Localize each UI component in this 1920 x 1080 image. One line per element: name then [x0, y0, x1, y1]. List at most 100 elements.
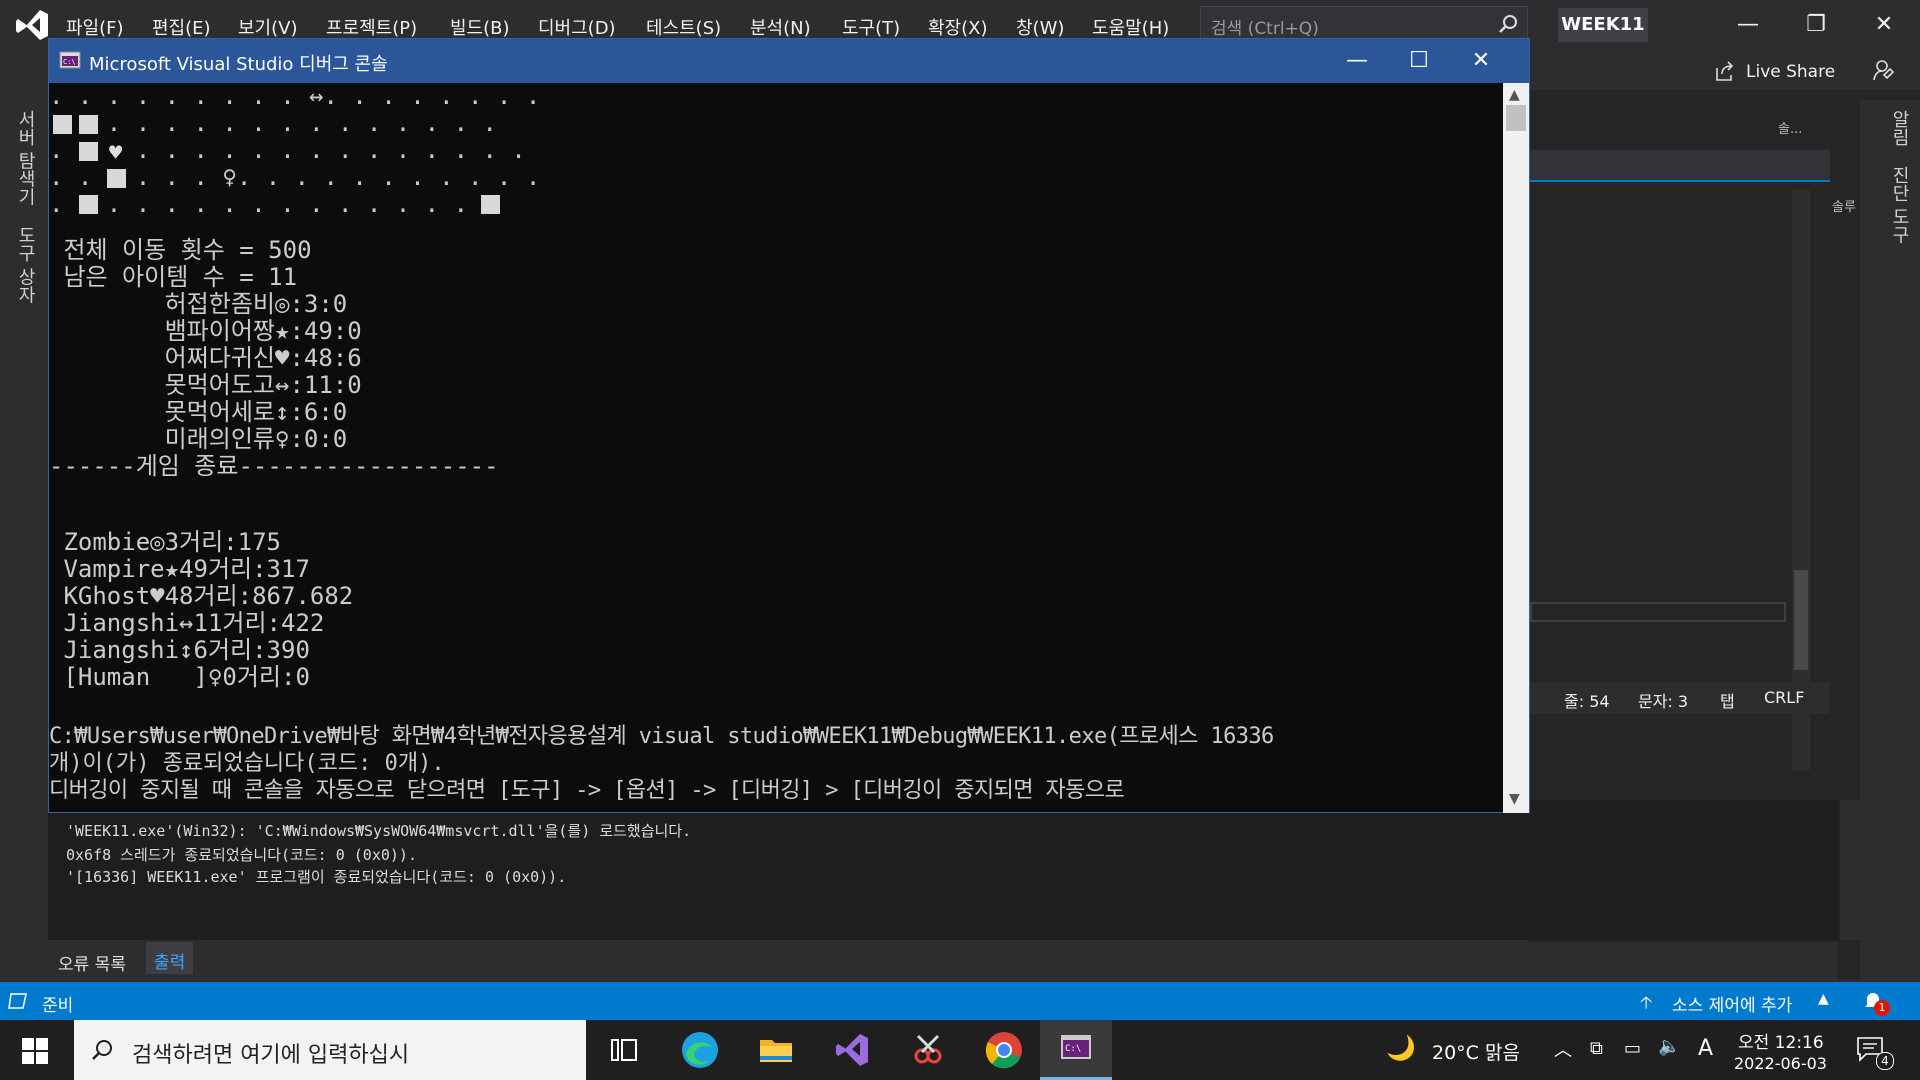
- console-close-button[interactable]: ✕: [1451, 43, 1511, 79]
- menu-window[interactable]: 창(W): [1016, 14, 1064, 40]
- search-icon: [92, 1040, 112, 1060]
- grid-row: . . . . . . . . . ↔. . . . . . . .: [49, 83, 541, 110]
- solution-panel-tab[interactable]: 솔루: [1832, 196, 1862, 218]
- toolbox-tab[interactable]: 도구 상자: [12, 226, 38, 304]
- ime-indicator[interactable]: A: [1698, 1036, 1713, 1061]
- snipping-tool-icon[interactable]: [904, 1026, 952, 1074]
- add-to-source-control-button[interactable]: 소스 제어에 추가: [1672, 991, 1792, 1016]
- menu-analyze[interactable]: 분석(N): [750, 14, 811, 40]
- battery-icon[interactable]: ▭: [1624, 1038, 1641, 1059]
- bottom-panel-tabs: 오류 목록 출력: [48, 942, 1838, 982]
- solution-name: WEEK11: [1558, 8, 1648, 42]
- close-button[interactable]: ✕: [1864, 8, 1904, 42]
- menu-tools[interactable]: 도구(T): [842, 14, 900, 40]
- col-indicator: 문자: 3: [1638, 692, 1689, 711]
- output-line: '[16336] WEEK11.exe' 프로그램이 종료되었습니다(코드: 0…: [66, 868, 567, 886]
- meet-now-icon[interactable]: ⧉: [1590, 1038, 1603, 1059]
- tab-output[interactable]: 출력: [146, 942, 194, 974]
- solution-panel-title[interactable]: 솔...: [1778, 118, 1818, 140]
- right-tool-tabs: 알림 진단 도구: [1860, 100, 1920, 1000]
- restore-button[interactable]: ❐: [1796, 8, 1836, 42]
- grid-row: . . . . . . . . . . . . . . .: [49, 190, 512, 218]
- svg-text:C:\: C:\: [63, 58, 76, 66]
- menu-build[interactable]: 빌드(B): [450, 14, 510, 40]
- visual-studio-taskbar-icon[interactable]: [828, 1026, 876, 1074]
- menu-project[interactable]: 프로젝트(P): [326, 14, 417, 40]
- diagnostic-tools-tab[interactable]: 진단 도구: [1886, 166, 1912, 244]
- total-moves-line: 전체 이동 횟수 = 500: [49, 236, 312, 264]
- chrome-browser-icon[interactable]: [980, 1026, 1028, 1074]
- output-line: 0x6f8 스레드가 종료되었습니다(코드: 0 (0x0)).: [66, 846, 417, 864]
- result-line: Zombie◎3거리:175: [49, 528, 281, 556]
- edge-browser-icon[interactable]: [676, 1026, 724, 1074]
- feedback-icon[interactable]: [1872, 58, 1896, 82]
- wall-block: [79, 195, 98, 214]
- debug-console-window[interactable]: C:\ Microsoft Visual Studio 디버그 콘솔 — ☐ ✕…: [48, 38, 1530, 813]
- wall-block: [79, 142, 98, 161]
- status-bar: 준비 🡡 소스 제어에 추가 ▲ 1: [0, 982, 1920, 1020]
- menu-debug[interactable]: 디버그(D): [538, 14, 616, 40]
- tab-error-list[interactable]: 오류 목록: [58, 950, 126, 975]
- taskbar-search-placeholder: 검색하려면 여기에 입력하십시: [132, 1043, 410, 1068]
- windows-taskbar: 검색하려면 여기에 입력하십시 C:\ 🌙 20°C 맑음 ︿ ⧉ ▭ 🔈 A …: [0, 1020, 1920, 1080]
- eol-indicator: CRLF: [1764, 688, 1805, 707]
- console-app-icon: C:\: [59, 51, 81, 69]
- result-line: KGhost♥48거리:867.682: [49, 582, 354, 610]
- scroll-down-arrow[interactable]: ▼: [1509, 791, 1520, 807]
- minimize-button[interactable]: —: [1728, 8, 1768, 42]
- item-line: 허접한좀비◎:3:0: [49, 290, 348, 318]
- tab-indicator: 탭: [1720, 692, 1735, 711]
- volume-icon[interactable]: 🔈: [1658, 1036, 1680, 1057]
- wall-block: [79, 115, 98, 134]
- console-maximize-button[interactable]: ☐: [1389, 43, 1449, 79]
- menu-edit[interactable]: 편집(E): [152, 14, 211, 40]
- chevron-up-icon[interactable]: ︿: [1554, 1036, 1572, 1062]
- status-ready: 준비: [42, 996, 74, 1016]
- editor-dropdown[interactable]: [1530, 150, 1830, 182]
- search-input[interactable]: 검색 (Ctrl+Q): [1200, 6, 1528, 42]
- menu-file[interactable]: 파일(F): [66, 14, 124, 40]
- menu-view[interactable]: 보기(V): [238, 14, 297, 40]
- console-title-bar[interactable]: C:\ Microsoft Visual Studio 디버그 콘솔 — ☐ ✕: [49, 39, 1529, 83]
- console-scrollbar[interactable]: ▲ ▼: [1503, 83, 1529, 813]
- console-minimize-button[interactable]: —: [1327, 43, 1387, 79]
- item-line: 못먹어도고↔:11:0: [49, 371, 362, 399]
- clock-date[interactable]: 2022-06-03: [1734, 1054, 1827, 1073]
- output-panel: 'WEEK11.exe'(Win32): 'C:₩Windows₩SysWOW6…: [48, 800, 1862, 940]
- wall-block: [53, 115, 72, 134]
- item-line: 미래의인류♀:0:0: [49, 425, 348, 453]
- file-explorer-icon[interactable]: [752, 1026, 800, 1074]
- search-icon: [1499, 15, 1517, 33]
- menu-help[interactable]: 도움말(H): [1092, 14, 1169, 40]
- clock-time[interactable]: 오전 12:16: [1738, 1028, 1824, 1053]
- menu-extensions[interactable]: 확장(X): [928, 14, 988, 40]
- visual-studio-logo-icon[interactable]: [14, 8, 50, 42]
- notifications-tab[interactable]: 알림: [1886, 110, 1912, 146]
- weather-moon-icon[interactable]: 🌙: [1386, 1034, 1416, 1062]
- wall-block: [107, 169, 126, 188]
- result-line: [Human ]♀0거리:0: [49, 663, 310, 691]
- scroll-up-arrow[interactable]: ▲: [1509, 87, 1520, 103]
- editor-status-row: 줄: 54 문자: 3 탭 CRLF: [1530, 682, 1830, 714]
- remaining-items-line: 남은 아이템 수 = 11: [49, 263, 298, 291]
- line-indicator: 줄: 54: [1564, 692, 1610, 711]
- weather-text[interactable]: 20°C 맑음: [1432, 1038, 1520, 1065]
- console-scroll-thumb[interactable]: [1506, 105, 1526, 131]
- output-scrollbar[interactable]: [1840, 800, 1862, 940]
- item-line: 뱀파이어짱★:49:0: [49, 317, 362, 345]
- notification-badge: 1: [1874, 1000, 1890, 1016]
- console-taskbar-button[interactable]: C:\: [1040, 1020, 1112, 1080]
- exit-message-line: 디버깅이 중지될 때 콘솔을 자동으로 닫으려면 [도구] -> [옵션] ->…: [49, 778, 1125, 803]
- result-line: Jiangshi↔11거리:422: [49, 609, 325, 637]
- console-title: Microsoft Visual Studio 디버그 콘솔: [89, 54, 388, 75]
- grid-row: . . . . . . . . . . . . . .: [49, 109, 497, 137]
- task-view-icon[interactable]: [600, 1026, 648, 1074]
- caret-up-icon: ▲: [1818, 991, 1829, 1007]
- taskbar-search-box[interactable]: 검색하려면 여기에 입력하십시: [74, 1020, 586, 1080]
- editor-scroll-thumb[interactable]: [1794, 570, 1808, 670]
- menu-test[interactable]: 테스트(S): [646, 14, 721, 40]
- live-share-button[interactable]: Live Share: [1746, 62, 1835, 82]
- server-explorer-tab[interactable]: 서버 탐색기: [12, 110, 38, 206]
- live-share-bar: Live Share: [1530, 50, 1920, 90]
- windows-start-icon[interactable]: [22, 1038, 48, 1064]
